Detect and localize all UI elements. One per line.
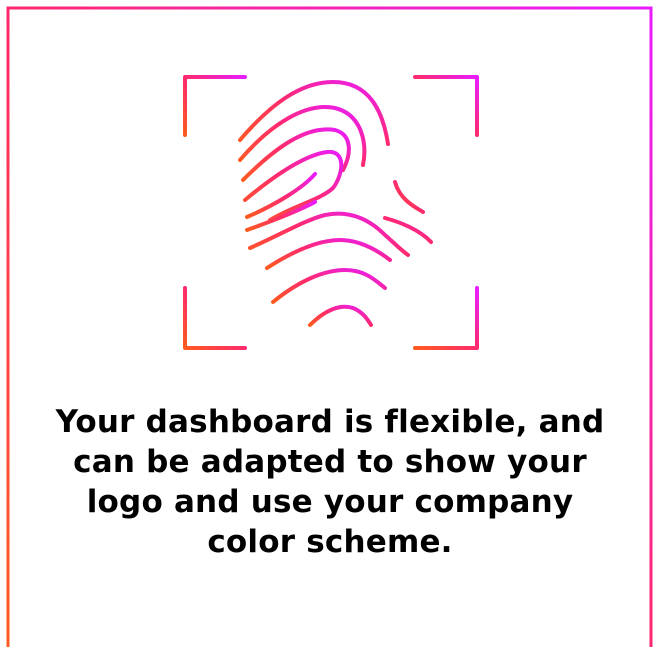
scan-corner-bottom-left: [183, 286, 247, 350]
fingerprint-ridges: [238, 80, 433, 327]
scan-corner-top-left: [183, 75, 247, 137]
feature-message: Your dashboard is flexible, and can be a…: [55, 404, 605, 560]
scan-corner-top-right: [413, 75, 479, 137]
fingerprint-scan-icon: [183, 75, 479, 350]
feature-card: Your dashboard is flexible, and can be a…: [0, 0, 660, 647]
scan-corner-bottom-right: [413, 286, 479, 350]
